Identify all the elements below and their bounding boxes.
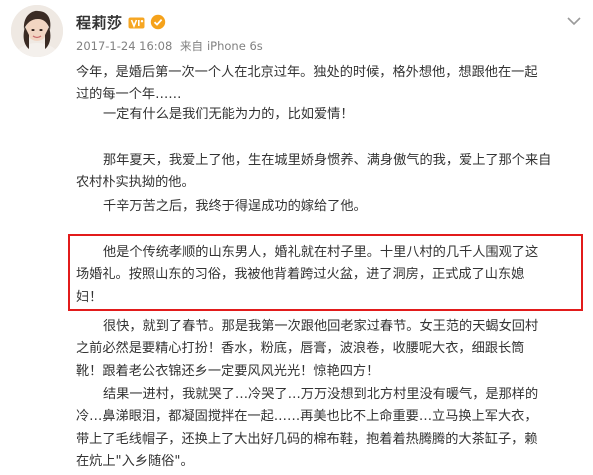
paragraph: 那年夏天，我爱上了他，生在城里娇身惯养、满身傲气的我，爱上了那个来自 农村朴实执… [76, 150, 580, 195]
text-line: 那年夏天，我爱上了他，生在城里娇身惯养、满身傲气的我，爱上了那个来自 [103, 153, 552, 168]
text-line: 冷…鼻涕眼泪，都凝固搅拌在一起……再美也比不上命重要…立马换上军大衣， [76, 409, 538, 425]
text-line: 一定有什么是我们无能为力的，比如爱情！ [103, 107, 354, 122]
paragraph: 今年，是婚后第一次一个人在北京过年。独处的时候，格外想他，想跟他在一起 过的每一… [76, 62, 580, 107]
chevron-down-icon[interactable] [566, 12, 582, 26]
text-line: 农村朴实执拗的他。 [76, 175, 195, 191]
post-meta: 2017-1-24 16:08 来自 iPhone 6s [76, 38, 267, 54]
author-name[interactable]: 程莉莎 [76, 12, 123, 33]
paragraph: 很快，就到了春节。那是我第一次跟他回老家过春节。女王范的天蝎女回村 之前必然是要… [76, 316, 580, 383]
text-line: 今年，是婚后第一次一个人在北京过年。独处的时候，格外想他，想跟他在一起 [76, 65, 538, 80]
paragraph: 结果一进村，我就哭了…冷哭了…万万没想到北方村里没有暖气，是那样的 冷…鼻涕眼泪… [76, 384, 580, 474]
text-line: 靴！跟着老公衣锦还乡一定要风风光光！惊艳四方！ [76, 363, 380, 379]
post-header: 程莉莎 2017-1-24 16:08 来自 iPhone 6s [0, 0, 593, 60]
highlight-annotation-box [68, 234, 583, 311]
text-line: 千辛万苦之后，我终于得逞成功的嫁给了他。 [103, 199, 367, 214]
avatar[interactable] [11, 5, 63, 57]
text-line: 在炕上"入乡随俗"。 [76, 454, 194, 470]
post-source-device: iPhone 6s [206, 39, 263, 53]
weibo-verified-icon[interactable] [150, 14, 166, 30]
text-line: 很快，就到了春节。那是我第一次跟他回老家过春节。女王范的天蝎女回村 [103, 319, 539, 334]
post-timestamp[interactable]: 2017-1-24 16:08 [76, 39, 172, 53]
text-line: 之前必然是要精心打扮！香水，粉底，唇膏，波浪卷，收腰呢大衣，细跟长筒 [76, 341, 525, 357]
paragraph: 一定有什么是我们无能为力的，比如爱情！ [76, 104, 580, 126]
text-line: 结果一进村，我就哭了…冷哭了…万万没想到北方村里没有暖气，是那样的 [103, 387, 539, 402]
weibo-vip-icon[interactable] [128, 15, 145, 29]
paragraph: 千辛万苦之后，我终于得逞成功的嫁给了他。 [76, 196, 580, 218]
author-line: 程莉莎 [76, 11, 166, 33]
post-source-prefix: 来自 [179, 39, 203, 53]
text-line: 带上了毛线帽子，还换上了大出好几码的棉布鞋，抱着着热腾腾的大茶缸子，赖 [76, 431, 538, 447]
